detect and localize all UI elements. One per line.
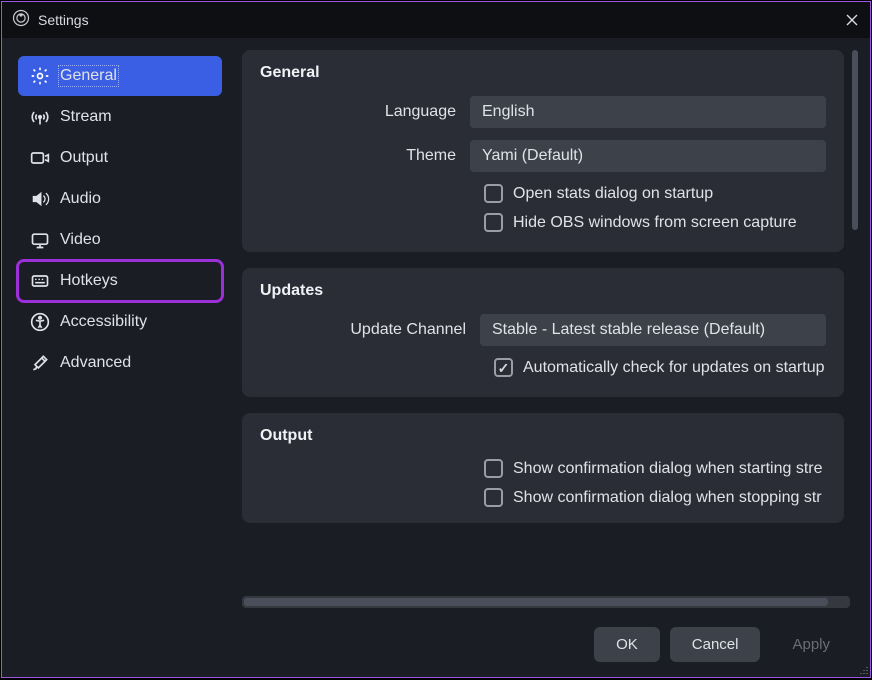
sidebar-item-label: Stream	[60, 108, 112, 126]
theme-select[interactable]: Yami (Default)	[470, 140, 826, 172]
panel-general: General Language English Theme Yami (Def…	[242, 50, 844, 252]
hide-obs-checkbox[interactable]	[484, 213, 503, 232]
panel-title: General	[260, 64, 826, 82]
sidebar-item-label: Hotkeys	[60, 272, 118, 290]
panel-title: Updates	[260, 282, 826, 300]
sidebar-item-label: General	[60, 67, 117, 85]
open-stats-checkbox[interactable]	[484, 184, 503, 203]
ok-button[interactable]: OK	[594, 627, 660, 662]
sidebar-item-label: Output	[60, 149, 108, 167]
apply-button: Apply	[770, 627, 852, 662]
auto-check-updates-checkbox[interactable]	[494, 358, 513, 377]
horizontal-scrollbar[interactable]	[242, 596, 850, 608]
antenna-icon	[30, 107, 50, 127]
tools-icon	[30, 353, 50, 373]
settings-sidebar: General Stream Output Audio	[14, 50, 226, 608]
theme-label: Theme	[260, 147, 470, 165]
update-channel-label: Update Channel	[260, 321, 480, 339]
vertical-scrollbar-thumb[interactable]	[852, 50, 858, 230]
sidebar-item-label: Video	[60, 231, 101, 249]
sidebar-item-output[interactable]: Output	[18, 138, 222, 178]
sidebar-item-general[interactable]: General	[18, 56, 222, 96]
horizontal-scrollbar-thumb[interactable]	[244, 598, 828, 606]
confirm-stop-stream-checkbox[interactable]	[484, 488, 503, 507]
sidebar-item-video[interactable]: Video	[18, 220, 222, 260]
update-channel-select[interactable]: Stable - Latest stable release (Default)	[480, 314, 826, 346]
panel-output: Output Show confirmation dialog when sta…	[242, 413, 844, 523]
monitor-icon	[30, 230, 50, 250]
window-title: Settings	[38, 12, 89, 28]
dialog-footer: OK Cancel Apply	[2, 621, 870, 677]
sidebar-item-advanced[interactable]: Advanced	[18, 343, 222, 383]
gear-icon	[30, 66, 50, 86]
obs-logo-icon	[12, 9, 30, 31]
output-icon	[30, 148, 50, 168]
sidebar-item-label: Advanced	[60, 354, 131, 372]
panel-updates: Updates Update Channel Stable - Latest s…	[242, 268, 844, 397]
speaker-icon	[30, 189, 50, 209]
close-icon[interactable]	[844, 12, 860, 28]
accessibility-icon	[30, 312, 50, 332]
settings-content: General Language English Theme Yami (Def…	[226, 50, 860, 608]
panel-title: Output	[260, 427, 826, 445]
open-stats-label: Open stats dialog on startup	[513, 185, 713, 203]
sidebar-item-label: Audio	[60, 190, 101, 208]
confirm-start-stream-label: Show confirmation dialog when starting s…	[513, 460, 823, 478]
cancel-button[interactable]: Cancel	[670, 627, 761, 662]
auto-check-updates-label: Automatically check for updates on start…	[523, 359, 825, 377]
sidebar-item-accessibility[interactable]: Accessibility	[18, 302, 222, 342]
titlebar: Settings	[2, 2, 870, 38]
sidebar-item-stream[interactable]: Stream	[18, 97, 222, 137]
language-label: Language	[260, 103, 470, 121]
vertical-scrollbar[interactable]	[850, 50, 860, 570]
sidebar-item-label: Accessibility	[60, 313, 147, 331]
keyboard-icon	[30, 271, 50, 291]
hide-obs-label: Hide OBS windows from screen capture	[513, 214, 797, 232]
confirm-stop-stream-label: Show confirmation dialog when stopping s…	[513, 489, 822, 507]
language-select[interactable]: English	[470, 96, 826, 128]
confirm-start-stream-checkbox[interactable]	[484, 459, 503, 478]
resize-grip-icon[interactable]	[856, 663, 868, 675]
sidebar-item-audio[interactable]: Audio	[18, 179, 222, 219]
settings-window: Settings General Stream	[1, 1, 871, 678]
sidebar-item-hotkeys[interactable]: Hotkeys	[18, 261, 222, 301]
